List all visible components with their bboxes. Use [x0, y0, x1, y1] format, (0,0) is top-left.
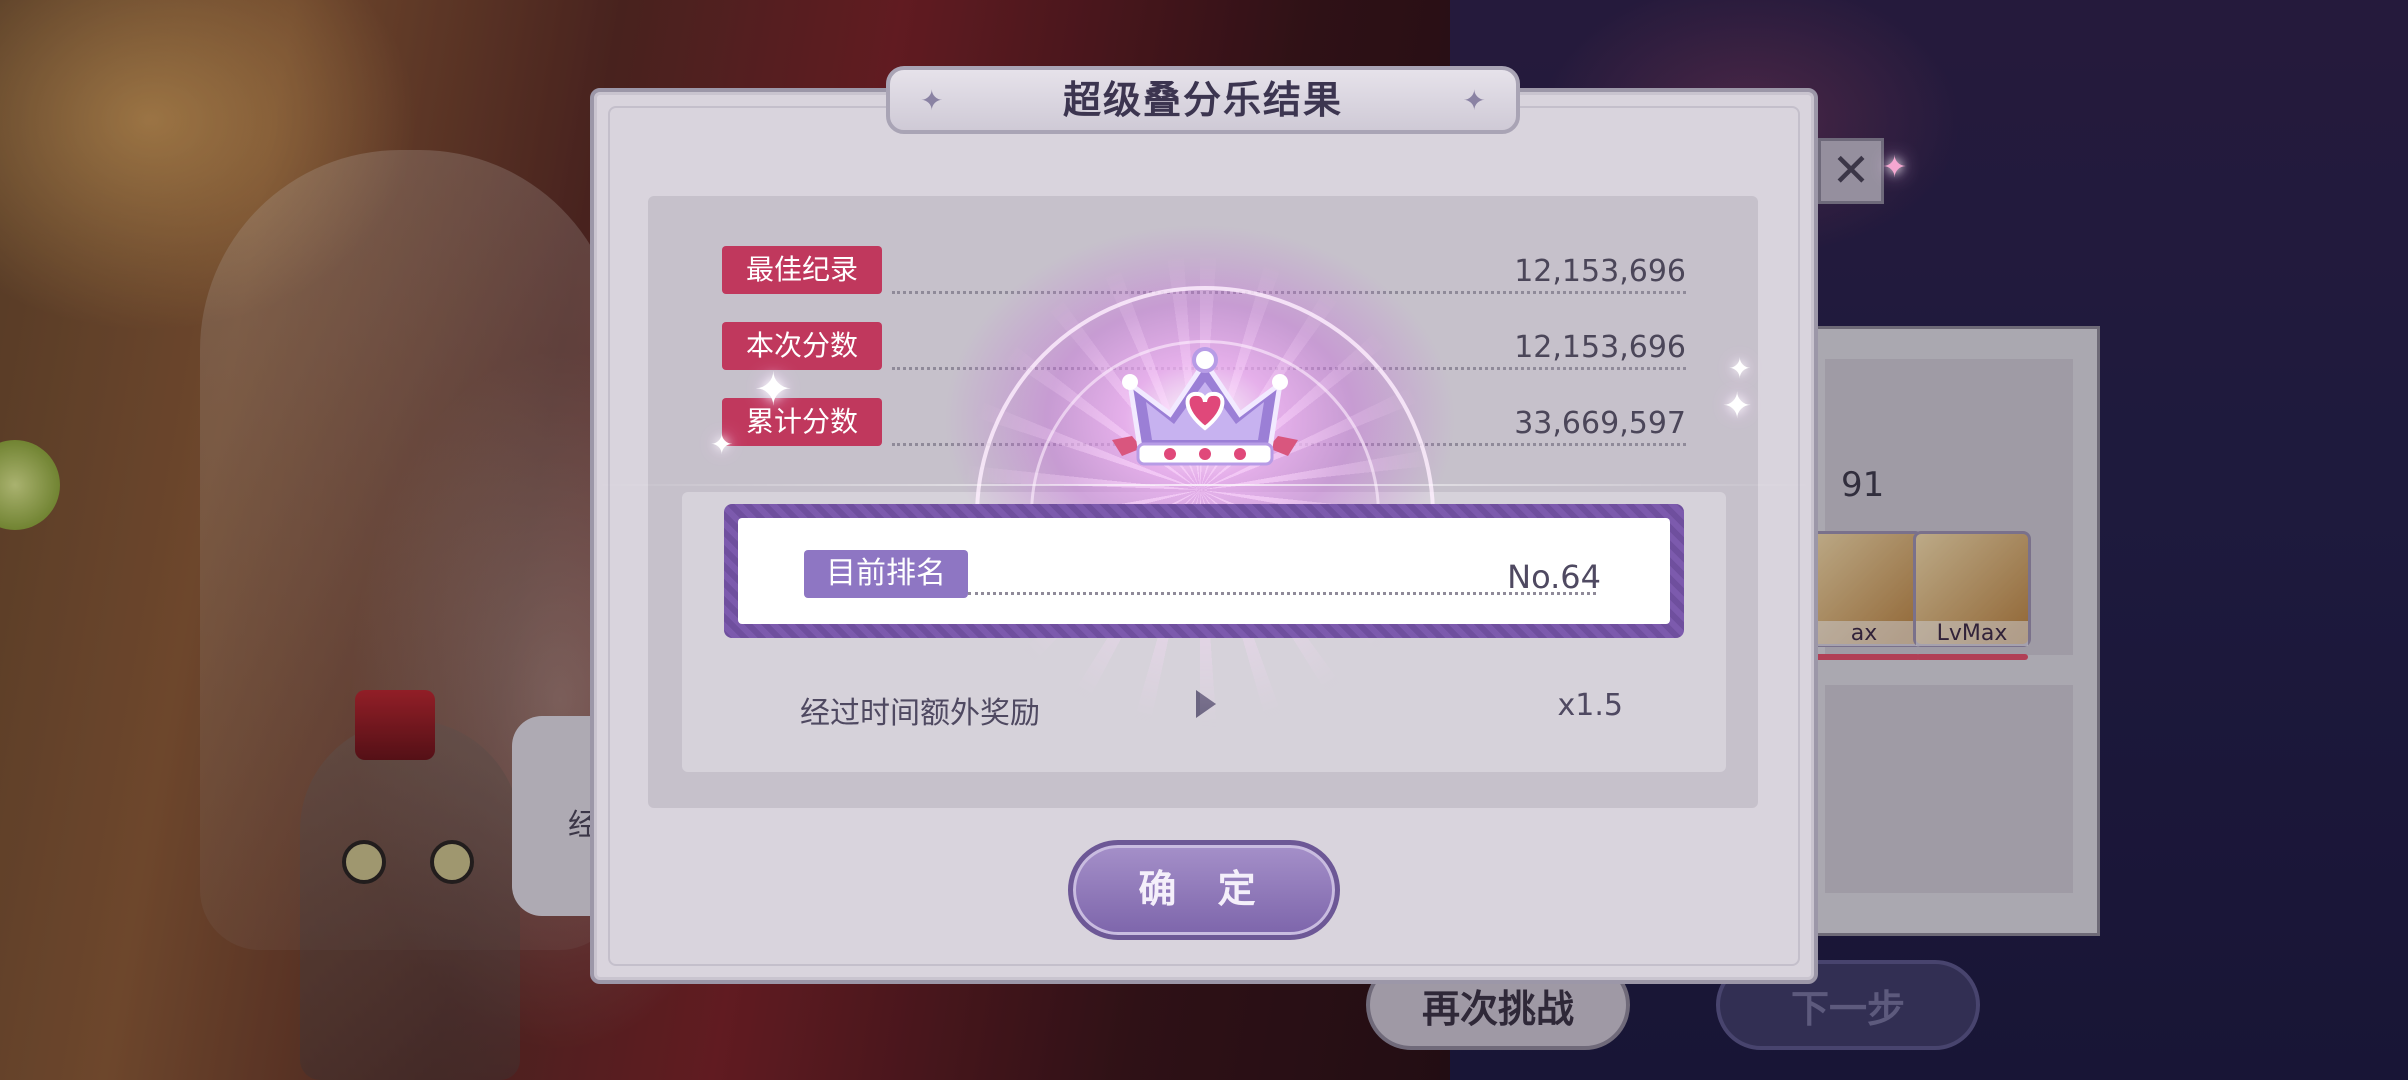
confirm-button[interactable]: 确 定 — [1068, 840, 1340, 940]
stat-label: 最佳纪录 — [722, 246, 883, 294]
sparkle-star-icon: ✦ — [1882, 150, 1908, 185]
sparkle-star-icon: ✦ — [754, 362, 793, 416]
stat-label: 累计分数 — [722, 398, 883, 446]
dotted-leader — [968, 592, 1596, 595]
rank-label: 目前排名 — [804, 550, 968, 598]
rank-value: No.64 — [1507, 558, 1601, 596]
stat-label: 本次分数 — [722, 322, 883, 370]
sparkle-star-icon: ✦ — [1722, 386, 1753, 427]
sparkle-star-icon: ✦ — [710, 428, 734, 461]
sparkle-star-icon: ✦ — [1728, 352, 1752, 385]
bonus-value: x1.5 — [1557, 688, 1623, 723]
dialog-title: 超级叠分乐结果 — [1062, 78, 1343, 122]
glint-line — [590, 484, 1818, 486]
crown-icon — [1112, 347, 1298, 466]
star-icon: ✦ — [1462, 84, 1486, 117]
star-icon: ✦ — [920, 84, 944, 117]
bonus-label: 经过时间额外奖励 — [800, 696, 1040, 731]
dialog-title-plate: ✦ 超级叠分乐结果 ✦ — [886, 66, 1520, 134]
